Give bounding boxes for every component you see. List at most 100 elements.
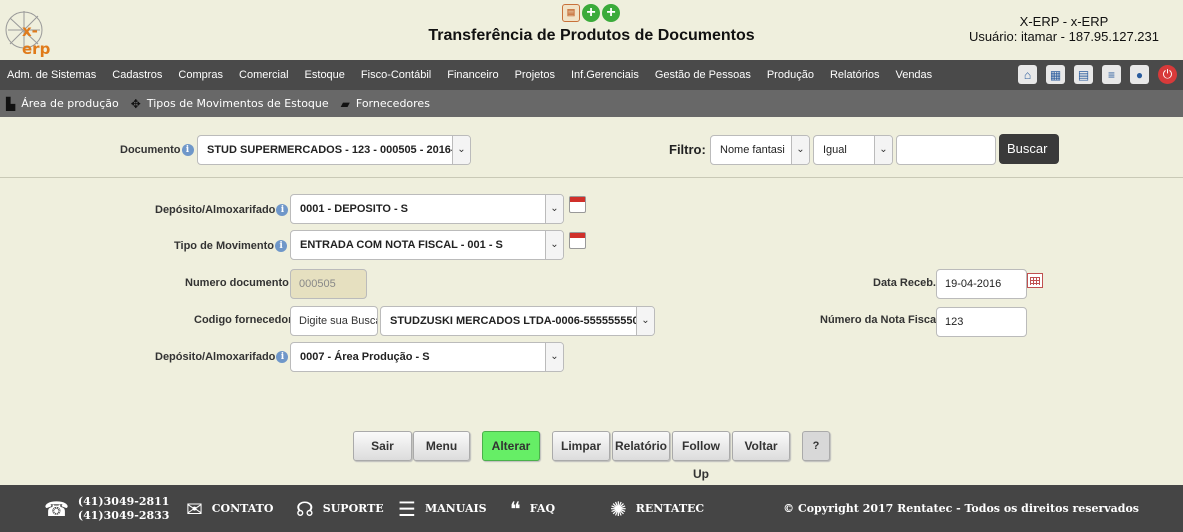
help-button[interactable]: ? xyxy=(802,431,830,461)
shortcut-label: Tipos de Movimentos de Estoque xyxy=(146,97,329,110)
menu-adm-sistemas[interactable]: Adm. de Sistemas xyxy=(0,69,104,81)
footer-manuais[interactable]: ☰ MANUAIS xyxy=(398,485,487,532)
books-icon: ☰ xyxy=(398,496,416,521)
home-icon[interactable]: ⌂ xyxy=(1018,65,1037,84)
menu-cadastros[interactable]: Cadastros xyxy=(104,69,170,81)
chevron-down-icon: ⌄ xyxy=(452,136,470,164)
info-icon[interactable]: i xyxy=(276,204,289,216)
exit-icon[interactable]: ⏻ xyxy=(1158,65,1177,84)
list-icon[interactable]: ≡ xyxy=(1102,65,1121,84)
chevron-down-icon: ⌄ xyxy=(874,136,892,164)
tipo-movimento-label: Tipo de Movimento i xyxy=(174,240,288,252)
factory-icon: ▙ xyxy=(6,96,16,111)
alterar-button[interactable]: Alterar xyxy=(482,431,540,461)
tipo-movimento-select[interactable]: ENTRADA COM NOTA FISCAL - 001 - S ⌄ xyxy=(290,230,564,260)
fornecedor-select-value: STUDZUSKI MERCADOS LTDA-0006-55555555000 xyxy=(390,315,651,327)
toolbar-icons: ⌂ ▦ ▤ ≡ ● ⏻ xyxy=(1018,65,1177,84)
footer-rentatec[interactable]: ✺ RENTATEC xyxy=(610,485,704,532)
numero-nota-field[interactable]: 123 xyxy=(936,307,1027,337)
menu-relatorios[interactable]: Relatórios xyxy=(822,69,888,81)
user-info: X-ERP - x-ERP Usuário: itamar - 187.95.1… xyxy=(969,14,1159,44)
truck-icon: ▰ xyxy=(340,96,350,111)
data-receb-field[interactable]: 19-04-2016 xyxy=(936,269,1027,299)
deposito-destino-select-value: 0007 - Área Produção - S xyxy=(300,351,430,363)
phone-1: (41)3049-2811 xyxy=(77,494,170,508)
header-actions: ▤ + + xyxy=(562,4,620,22)
deposito-select[interactable]: 0001 - DEPOSITO - S ⌄ xyxy=(290,194,564,224)
calendar-icon[interactable] xyxy=(569,196,586,213)
chat-icon[interactable]: ● xyxy=(1130,65,1149,84)
menu-button[interactable]: Menu xyxy=(413,431,470,461)
menu-comercial[interactable]: Comercial xyxy=(231,69,297,81)
footer: ☎ (41)3049-2811 (41)3049-2833 ✉ CONTATO … xyxy=(0,485,1183,532)
chevron-down-icon: ⌄ xyxy=(791,136,809,164)
footer-contato[interactable]: ✉ CONTATO xyxy=(186,485,273,532)
document-label-text: Documento xyxy=(120,144,181,156)
filter-operator-select[interactable]: Igual ⌄ xyxy=(813,135,893,165)
numero-documento-label: Numero documento xyxy=(185,277,289,289)
shortcut-tipos-movimentos[interactable]: ✥ Tipos de Movimentos de Estoque xyxy=(131,97,329,111)
menu-vendas[interactable]: Vendas xyxy=(887,69,940,81)
phone-icon: ☎ xyxy=(44,496,69,521)
voltar-button[interactable]: Voltar xyxy=(732,431,790,461)
search-button[interactable]: Buscar xyxy=(999,134,1059,164)
shortcut-label: Fornecedores xyxy=(355,97,430,110)
print-icon[interactable]: ▦ xyxy=(1046,65,1065,84)
company-name: X-ERP - x-ERP xyxy=(1019,14,1109,29)
footer-suporte[interactable]: ☊ SUPORTE xyxy=(296,485,384,532)
footer-phones: ☎ (41)3049-2811 (41)3049-2833 xyxy=(44,485,169,532)
add-icon[interactable]: + xyxy=(582,4,600,22)
fornecedor-search-input[interactable]: Digite sua Busca xyxy=(290,306,378,336)
shortcut-fornecedores[interactable]: ▰ Fornecedores xyxy=(341,97,430,111)
headset-icon: ☊ xyxy=(296,496,314,521)
report-icon[interactable]: ▤ xyxy=(562,4,580,22)
menu-producao[interactable]: Produção xyxy=(759,69,822,81)
tipo-movimento-label-text: Tipo de Movimento xyxy=(174,240,275,252)
manuais-label: MANUAIS xyxy=(424,502,487,515)
codigo-fornecedor-label: Codigo fornecedor xyxy=(194,314,293,326)
header: x-erp ▤ + + Transferência de Produtos de… xyxy=(0,0,1183,60)
add-new-icon[interactable]: + xyxy=(602,4,620,22)
divider xyxy=(0,177,1183,178)
document-icon[interactable]: ▤ xyxy=(1074,65,1093,84)
menu-projetos[interactable]: Projetos xyxy=(507,69,563,81)
limpar-button[interactable]: Limpar xyxy=(552,431,610,461)
info-icon[interactable]: i xyxy=(275,240,288,252)
menu-gestao-pessoas[interactable]: Gestão de Pessoas xyxy=(647,69,759,81)
document-select-value: STUD SUPERMERCADOS - 123 - 000505 - 2016… xyxy=(207,144,467,156)
deposito-destino-label: Depósito/Almoxarifado i xyxy=(155,351,289,363)
info-icon[interactable]: i xyxy=(181,144,194,156)
fornecedor-select[interactable]: STUDZUSKI MERCADOS LTDA-0006-55555555000… xyxy=(380,306,655,336)
contato-label: CONTATO xyxy=(211,502,274,515)
calendar-icon[interactable] xyxy=(569,232,586,249)
main-menu: Adm. de Sistemas Cadastros Compras Comer… xyxy=(0,60,1183,90)
follow-up-button[interactable]: Follow Up xyxy=(672,431,730,481)
shortcut-label: Área de produção xyxy=(21,97,119,110)
menu-fisco-contabil[interactable]: Fisco-Contábil xyxy=(353,69,439,81)
filter-label: Filtro: xyxy=(669,142,706,157)
filter-field-select[interactable]: Nome fantasi ⌄ xyxy=(710,135,810,165)
menu-estoque[interactable]: Estoque xyxy=(297,69,353,81)
data-receb-label: Data Receb. xyxy=(873,277,936,289)
chevron-down-icon: ⌄ xyxy=(545,343,563,371)
faq-label: FAQ xyxy=(529,502,556,515)
filter-search-input[interactable] xyxy=(896,135,996,165)
shortcut-bar: ▙ Área de produção ✥ Tipos de Movimentos… xyxy=(0,90,1183,117)
menu-financeiro[interactable]: Financeiro xyxy=(439,69,506,81)
document-select[interactable]: STUD SUPERMERCADOS - 123 - 000505 - 2016… xyxy=(197,135,471,165)
calendar-icon[interactable] xyxy=(1027,273,1043,288)
deposito-select-value: 0001 - DEPOSITO - S xyxy=(300,203,409,215)
copyright: © Copyright 2017 Rentatec - Todos os dir… xyxy=(783,502,1139,515)
info-icon[interactable]: i xyxy=(276,351,289,363)
shortcut-area-producao[interactable]: ▙ Área de produção xyxy=(6,97,119,111)
suporte-label: SUPORTE xyxy=(322,502,384,515)
sair-button[interactable]: Sair xyxy=(353,431,412,461)
numero-documento-field[interactable]: 000505 xyxy=(290,269,367,299)
footer-faq[interactable]: ❝ FAQ xyxy=(510,485,555,532)
envelope-icon: ✉ xyxy=(186,496,203,521)
numero-nota-label: Número da Nota Fiscal xyxy=(820,314,940,326)
menu-compras[interactable]: Compras xyxy=(170,69,231,81)
relatorio-button[interactable]: Relatório xyxy=(612,431,670,461)
menu-inf-gerenciais[interactable]: Inf.Gerenciais xyxy=(563,69,647,81)
deposito-destino-select[interactable]: 0007 - Área Produção - S ⌄ xyxy=(290,342,564,372)
